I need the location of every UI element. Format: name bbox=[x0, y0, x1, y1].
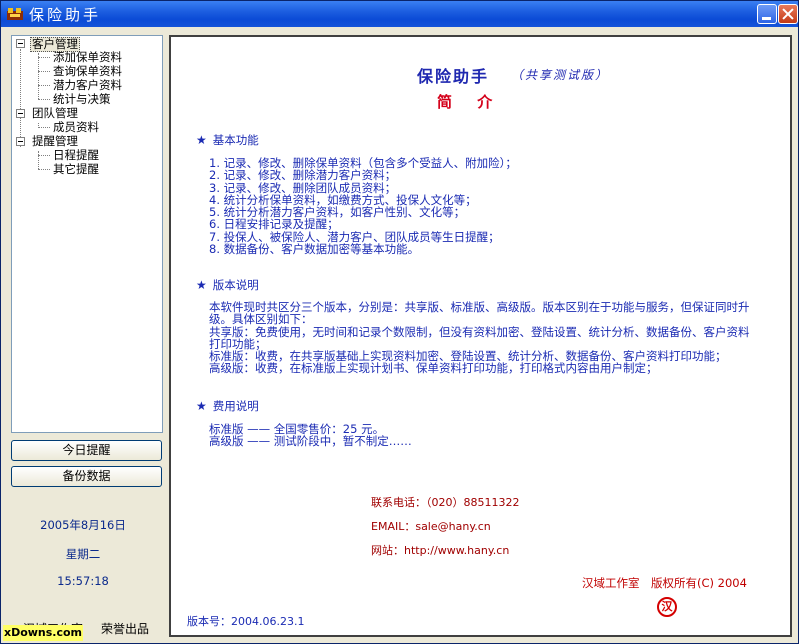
tree-connector bbox=[38, 127, 50, 128]
tree-connector bbox=[38, 53, 39, 99]
intro-panel: 保险助手 （共享测试版） 简 介 ★ 基本功能 1. 记录、修改、删除保单资料（包… bbox=[169, 35, 792, 637]
copyright-label: 汉域工作室 版权所有(C) 2004 bbox=[582, 576, 747, 590]
fee-heading: ★ 费用说明 bbox=[196, 398, 259, 414]
weekday-label: 星期二 bbox=[65, 547, 101, 561]
tree-connector bbox=[38, 169, 50, 170]
tree-item-add-policy[interactable]: 添加保单资料 bbox=[53, 51, 122, 64]
tree-connector bbox=[20, 49, 21, 147]
fee-list: 标准版 —— 全国零售价：25 元。 高级版 —— 测试阶段中，暂不制定…… bbox=[209, 423, 412, 448]
date-label: 2005年8月16日 bbox=[40, 518, 126, 532]
time-label: 15:57:18 bbox=[57, 574, 109, 588]
fee-title: 费用说明 bbox=[212, 399, 259, 413]
tree-connector bbox=[38, 85, 50, 86]
star-icon: ★ bbox=[196, 399, 207, 413]
app-icon bbox=[7, 8, 23, 20]
star-icon: ★ bbox=[196, 133, 207, 147]
tree-item-potential-customer[interactable]: 潜力客户资料 bbox=[53, 79, 122, 92]
app-window: 保险助手 客户管理 添加保单资料 查询保单资料 潜力客户资料 统计与决策 团队管… bbox=[0, 0, 799, 644]
list-item: 2. 记录、修改、删除潜力客户资料； bbox=[209, 168, 397, 183]
tree-item-members[interactable]: 成员资料 bbox=[53, 121, 99, 134]
content-title: 保险助手 bbox=[417, 67, 490, 86]
contact-email: EMAIL：sale@hany.cn bbox=[371, 520, 491, 533]
title-bar[interactable]: 保险助手 bbox=[1, 1, 798, 27]
tree-connector bbox=[38, 99, 50, 100]
version-paragraph: 高级版：收费，在标准版上实现计划书、保单资料打印功能，打印格式内容由用户制定； bbox=[209, 361, 658, 376]
tree-connector bbox=[38, 71, 50, 72]
list-item: 高级版 —— 测试阶段中，暂不制定…… bbox=[209, 434, 412, 449]
seal-icon: 汉 bbox=[657, 597, 677, 617]
tree-group-team[interactable]: 团队管理 bbox=[32, 107, 78, 120]
contact-website[interactable]: 网站：http://www.hany.cn bbox=[371, 542, 509, 558]
version-title: 版本说明 bbox=[212, 278, 259, 292]
tree-item-query-policy[interactable]: 查询保单资料 bbox=[53, 65, 122, 78]
version-paragraph: 本软件现时共区分三个版本，分别是：共享版、标准版、高级版。版本区别在于功能与服务… bbox=[209, 300, 750, 327]
window-title: 保险助手 bbox=[29, 6, 102, 24]
collapse-toggle-icon[interactable] bbox=[16, 109, 25, 118]
intro-heading: 简 介 bbox=[437, 93, 503, 111]
tree-item-schedule[interactable]: 日程提醒 bbox=[53, 149, 99, 162]
tree-group-reminder[interactable]: 提醒管理 bbox=[32, 135, 78, 148]
seal-text: 汉 bbox=[661, 600, 673, 613]
tree-item-other-reminder[interactable]: 其它提醒 bbox=[53, 163, 99, 176]
tree-connector bbox=[38, 155, 50, 156]
star-icon: ★ bbox=[196, 278, 207, 292]
contact-phone: 联系电话：（020）88511322 bbox=[371, 496, 520, 509]
collapse-toggle-icon[interactable] bbox=[16, 39, 25, 48]
list-item: 8. 数据备份、客户数据加密等基本功能。 bbox=[209, 242, 420, 257]
list-item: 6. 日程安排记录及提醒； bbox=[209, 217, 339, 232]
tree-item-statistics[interactable]: 统计与决策 bbox=[53, 93, 111, 106]
tree-connector bbox=[38, 57, 50, 58]
collapse-toggle-icon[interactable] bbox=[16, 137, 25, 146]
made-by-label: 荣誉出品 bbox=[101, 622, 150, 636]
watermark: xDowns.com bbox=[3, 625, 83, 641]
minimize-button[interactable] bbox=[757, 4, 777, 24]
version-number: 版本号：2004.06.23.1 bbox=[187, 615, 305, 628]
version-heading: ★ 版本说明 bbox=[196, 277, 259, 293]
content-subtitle: （共享测试版） bbox=[511, 68, 610, 82]
backup-button[interactable]: 备份数据 bbox=[11, 466, 162, 487]
version-paragraph: 共享版：免费使用，无时间和记录个数限制，但没有资料加密、登陆设置、统计分析、数据… bbox=[209, 324, 750, 351]
features-title: 基本功能 bbox=[212, 133, 259, 147]
tree-connector bbox=[38, 123, 39, 126]
features-list: 1. 记录、修改、删除保单资料（包含多个受益人、附加险）； 2. 记录、修改、删… bbox=[209, 157, 517, 257]
nav-tree[interactable]: 客户管理 添加保单资料 查询保单资料 潜力客户资料 统计与决策 团队管理 成员资… bbox=[11, 35, 163, 433]
today-reminder-button[interactable]: 今日提醒 bbox=[11, 440, 162, 461]
features-heading: ★ 基本功能 bbox=[196, 132, 259, 148]
version-description: 本软件现时共区分三个版本，分别是：共享版、标准版、高级版。版本区别在于功能与服务… bbox=[209, 301, 754, 375]
close-button[interactable] bbox=[778, 4, 798, 24]
tree-connector bbox=[38, 151, 39, 169]
